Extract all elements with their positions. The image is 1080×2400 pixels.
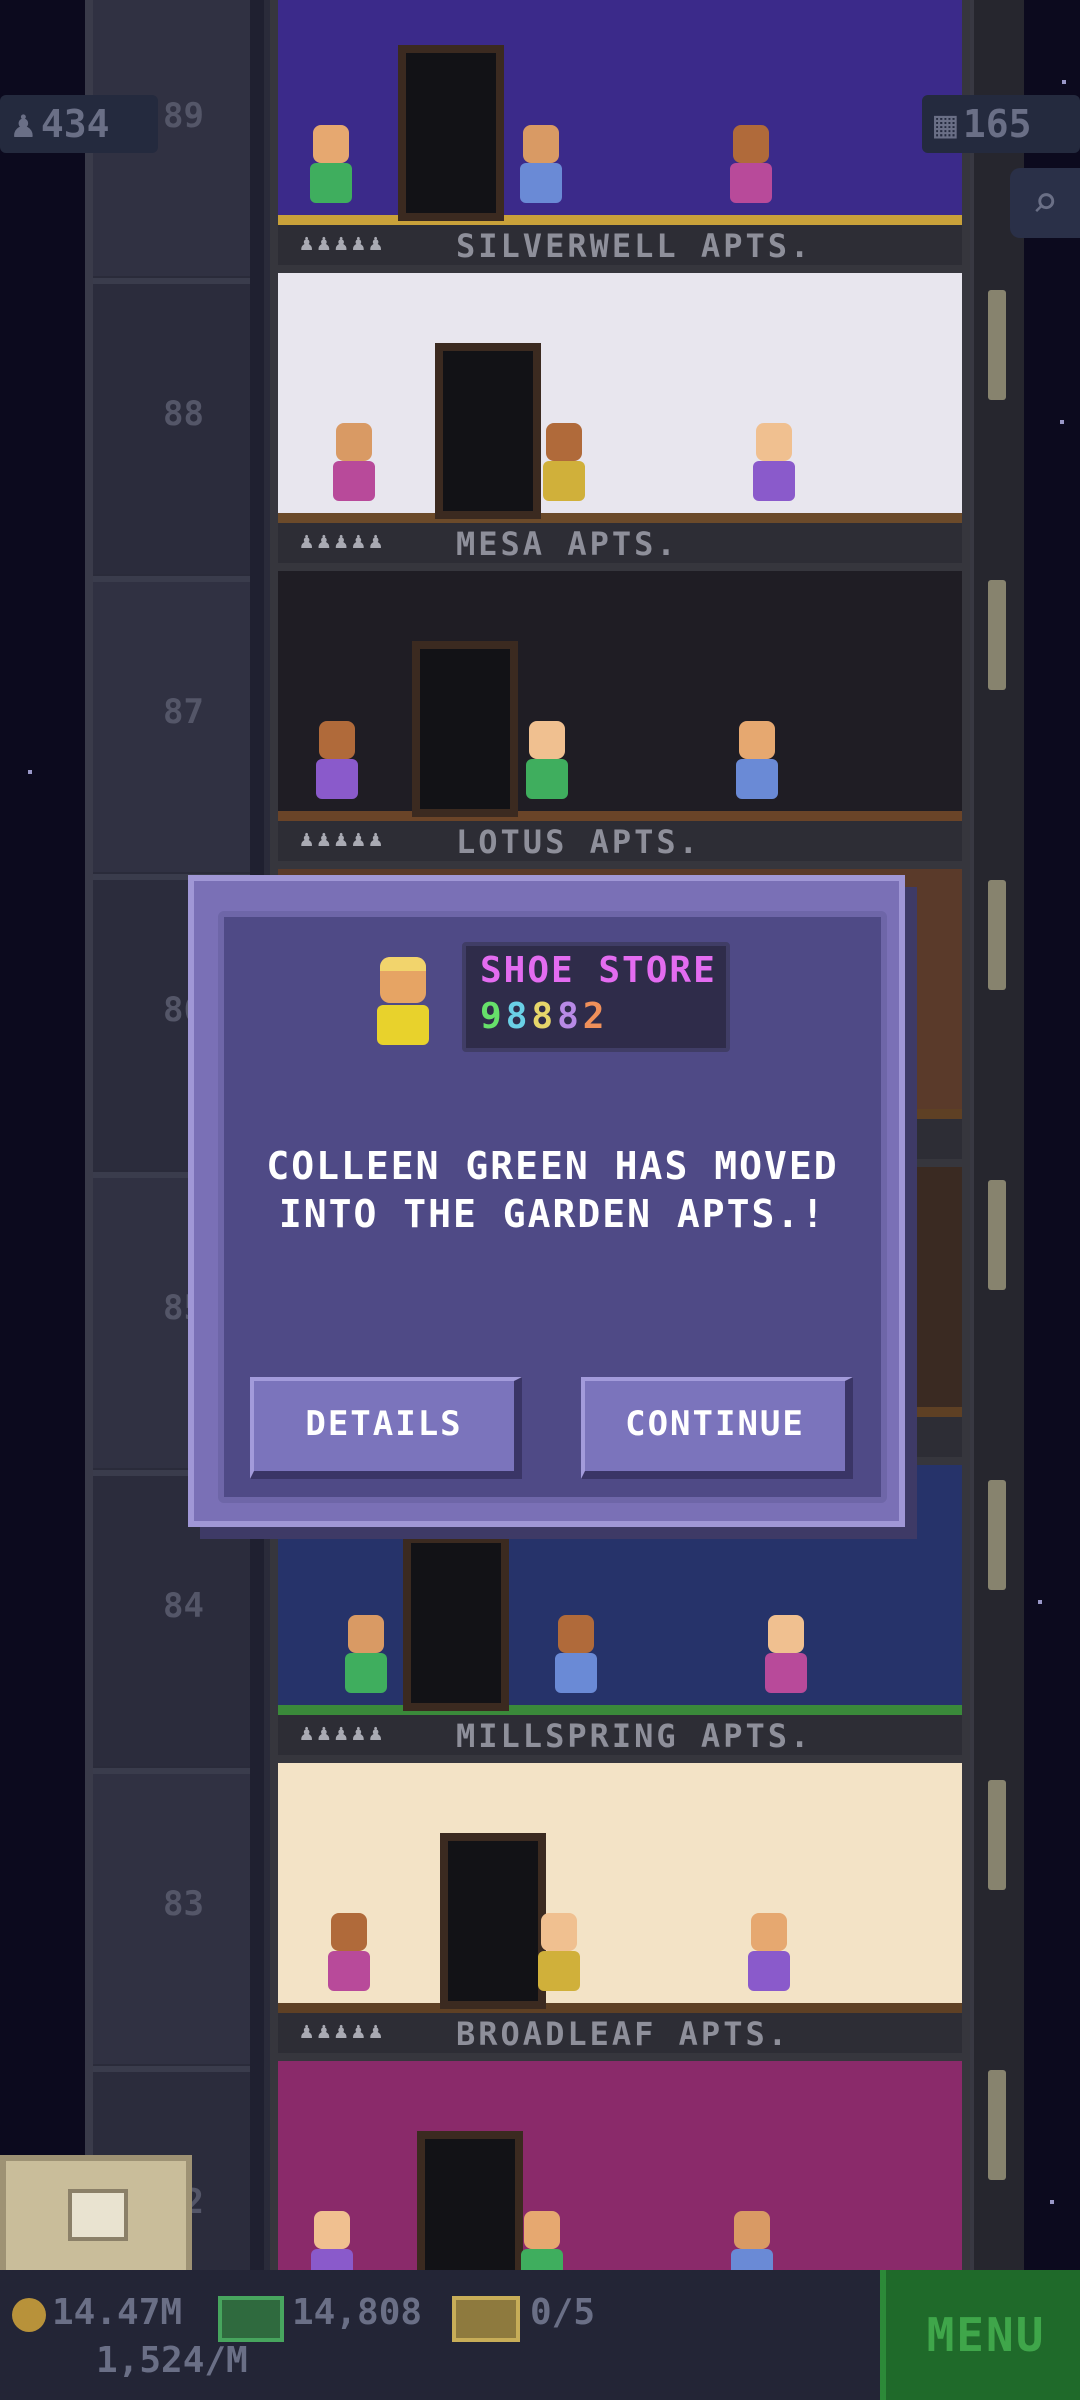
coins-value: 14.47M bbox=[52, 2292, 183, 2333]
modal-overlay: SHOE STORE 98882 COLLEEN GREEN HAS MOVED… bbox=[0, 0, 1080, 2400]
dream-job-badge: SHOE STORE 98882 bbox=[462, 942, 730, 1052]
details-button[interactable]: DETAILS bbox=[250, 1377, 522, 1479]
store-name: SHOE STORE bbox=[480, 950, 717, 991]
dialog-message: COLLEEN GREEN HAS MOVED INTO THE GARDEN … bbox=[224, 1142, 881, 1238]
bottom-status-bar: 14.47M 1,524/M 14,808 0/5 MENU bbox=[0, 2270, 1080, 2400]
skill-digit: 8 bbox=[531, 996, 558, 1037]
skill-digit: 8 bbox=[557, 996, 583, 1037]
vip-ticket-icon bbox=[452, 2296, 520, 2342]
skill-digit: 2 bbox=[582, 996, 609, 1037]
move-in-dialog: SHOE STORE 98882 COLLEEN GREEN HAS MOVED… bbox=[188, 875, 905, 1527]
message-line: INTO THE GARDEN APTS.! bbox=[278, 1192, 827, 1236]
tower-bux-icon bbox=[218, 2296, 284, 2342]
coin-icon bbox=[12, 2298, 46, 2332]
resident-avatar bbox=[374, 957, 432, 1053]
skill-digit: 8 bbox=[505, 996, 532, 1037]
continue-button[interactable]: CONTINUE bbox=[581, 1377, 853, 1479]
dialog-panel: SHOE STORE 98882 COLLEEN GREEN HAS MOVED… bbox=[218, 911, 887, 1503]
message-line: COLLEEN GREEN HAS MOVED bbox=[266, 1144, 839, 1188]
bux-value: 14,808 bbox=[292, 2292, 423, 2333]
skill-digit: 9 bbox=[480, 996, 506, 1037]
coin-rate: 1,524/M bbox=[96, 2340, 248, 2381]
menu-button[interactable]: MENU bbox=[880, 2270, 1080, 2400]
vip-value: 0/5 bbox=[530, 2292, 596, 2333]
skill-ratings: 98882 bbox=[480, 996, 608, 1037]
